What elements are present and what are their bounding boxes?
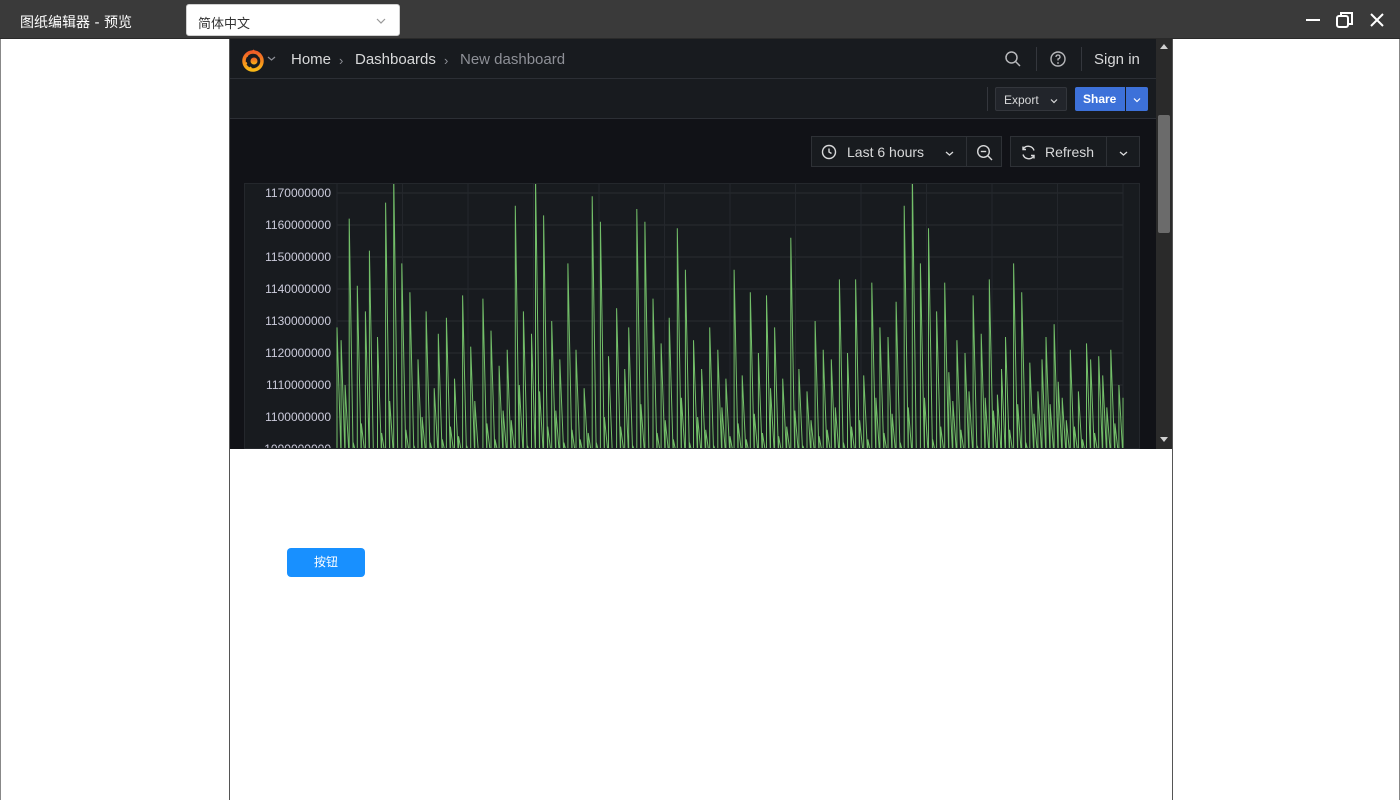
breadcrumb-dashboards[interactable]: Dashboards (355, 51, 436, 68)
zoom-out-button[interactable] (966, 136, 1002, 167)
refresh-button[interactable]: Refresh (1010, 136, 1107, 167)
y-tick-label: 1110000000 (266, 378, 331, 392)
breadcrumb-home[interactable]: Home (291, 51, 331, 68)
y-tick-label: 1130000000 (265, 314, 331, 328)
vertical-scrollbar[interactable] (1156, 39, 1172, 449)
scroll-up-icon[interactable] (1160, 43, 1168, 51)
scrollbar-thumb[interactable] (1158, 115, 1170, 233)
minimize-icon (1306, 19, 1320, 21)
grafana-embed: Home › Dashboards › New dashboard Sign i… (230, 39, 1172, 449)
zoom-out-icon (976, 144, 993, 161)
breadcrumb-separator: › (444, 53, 449, 68)
breadcrumb-separator: › (339, 53, 344, 68)
y-tick-label: 1100000000 (265, 410, 331, 424)
chevron-down-icon (1119, 151, 1128, 156)
chevron-down-icon (1050, 99, 1058, 104)
sign-in-link[interactable]: Sign in (1094, 51, 1140, 68)
minimize-button[interactable] (1301, 8, 1325, 32)
scroll-down-icon[interactable] (1160, 435, 1168, 443)
y-tick-label: 1160000000 (265, 218, 331, 232)
timeseries-panel[interactable]: 1170000000 1160000000 1150000000 1140000000… (244, 183, 1140, 449)
grafana-topbar: Home › Dashboards › New dashboard Sign i… (230, 39, 1156, 79)
divider (1081, 47, 1082, 71)
window-title: 图纸编辑器 - 预览 (20, 15, 132, 31)
chevron-down-icon (267, 56, 276, 61)
window-titlebar: 图纸编辑器 - 预览 简体中文 (0, 0, 1400, 39)
share-button[interactable]: Share (1075, 87, 1125, 111)
time-range-picker[interactable]: Last 6 hours (811, 136, 967, 167)
language-select[interactable]: 简体中文 (186, 4, 400, 36)
language-select-value: 简体中文 (198, 17, 251, 32)
dashboard-toolbar: Export Share (230, 79, 1156, 119)
time-range-label: Last 6 hours (847, 144, 925, 160)
export-button[interactable]: Export (995, 87, 1067, 111)
chevron-down-icon (376, 18, 386, 24)
grafana-logo-icon[interactable] (240, 47, 266, 73)
demo-button[interactable]: 按钮 (287, 548, 365, 577)
window-frame-left (0, 39, 1, 800)
restore-icon (1336, 12, 1353, 28)
share-dropdown-button[interactable] (1126, 87, 1148, 111)
y-tick-label: 1170000000 (265, 186, 331, 200)
export-label: Export (1004, 93, 1039, 107)
y-tick-label: 1120000000 (265, 346, 331, 360)
y-tick-label: 1150000000 (265, 250, 331, 264)
chevron-down-icon (1133, 98, 1141, 103)
refresh-interval-dropdown[interactable] (1106, 136, 1140, 167)
refresh-icon (1022, 145, 1035, 160)
chevron-down-icon (945, 151, 954, 156)
search-icon[interactable] (1004, 50, 1022, 68)
close-button[interactable] (1365, 8, 1389, 32)
timeseries-chart: 1170000000 1160000000 1150000000 1140000000… (264, 184, 1124, 449)
restore-button[interactable] (1333, 8, 1357, 32)
divider (987, 87, 988, 111)
divider (1036, 47, 1037, 71)
share-label: Share (1083, 92, 1117, 106)
y-tick-label: 1090000000 (264, 442, 331, 449)
breadcrumb-current: New dashboard (460, 51, 566, 68)
help-icon[interactable] (1049, 50, 1067, 68)
clock-icon (821, 144, 837, 160)
refresh-label: Refresh (1045, 144, 1095, 160)
close-icon (1370, 13, 1384, 27)
y-tick-label: 1140000000 (265, 282, 331, 296)
preview-canvas: Home › Dashboards › New dashboard Sign i… (229, 39, 1173, 800)
